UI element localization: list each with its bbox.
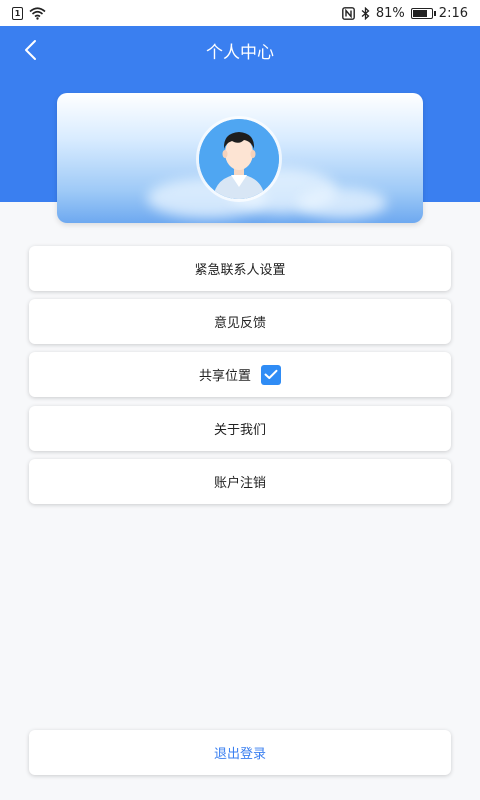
share-location-checkbox[interactable] <box>261 364 281 385</box>
check-icon <box>264 369 278 379</box>
avatar[interactable] <box>199 119 279 199</box>
user-avatar-icon <box>199 119 279 199</box>
menu-item-label: 共享位置 <box>198 369 251 384</box>
account-cancellation-item[interactable]: 账户注销 <box>29 459 451 504</box>
logout-button[interactable]: 退出登录 <box>29 730 451 775</box>
menu-item-label: 账户注销 <box>213 476 266 491</box>
clock: 2:16 <box>438 5 468 21</box>
status-bar: 1 81% 2:16 <box>0 0 480 26</box>
battery-icon <box>410 7 436 19</box>
sim-icon: 1 <box>12 6 23 20</box>
battery-level <box>412 9 427 17</box>
cloud-decoration <box>297 188 387 218</box>
menu-item-label: 意见反馈 <box>213 316 266 331</box>
feedback-item[interactable]: 意见反馈 <box>29 299 451 344</box>
about-us-item[interactable]: 关于我们 <box>29 406 451 451</box>
bluetooth-icon <box>361 6 370 20</box>
menu-item-label: 关于我们 <box>213 423 266 438</box>
logout-label: 退出登录 <box>213 747 266 762</box>
battery-percent: 81% <box>375 5 405 21</box>
emergency-contact-settings-item[interactable]: 紧急联系人设置 <box>29 246 451 291</box>
menu-item-label: 紧急联系人设置 <box>194 263 286 278</box>
nfc-icon <box>341 6 355 20</box>
page-title: 个人中心 <box>206 43 274 63</box>
wifi-icon <box>29 6 46 20</box>
status-left: 1 <box>12 6 46 20</box>
share-location-item[interactable]: 共享位置 <box>29 352 451 397</box>
status-right: 81% 2:16 <box>341 5 468 21</box>
